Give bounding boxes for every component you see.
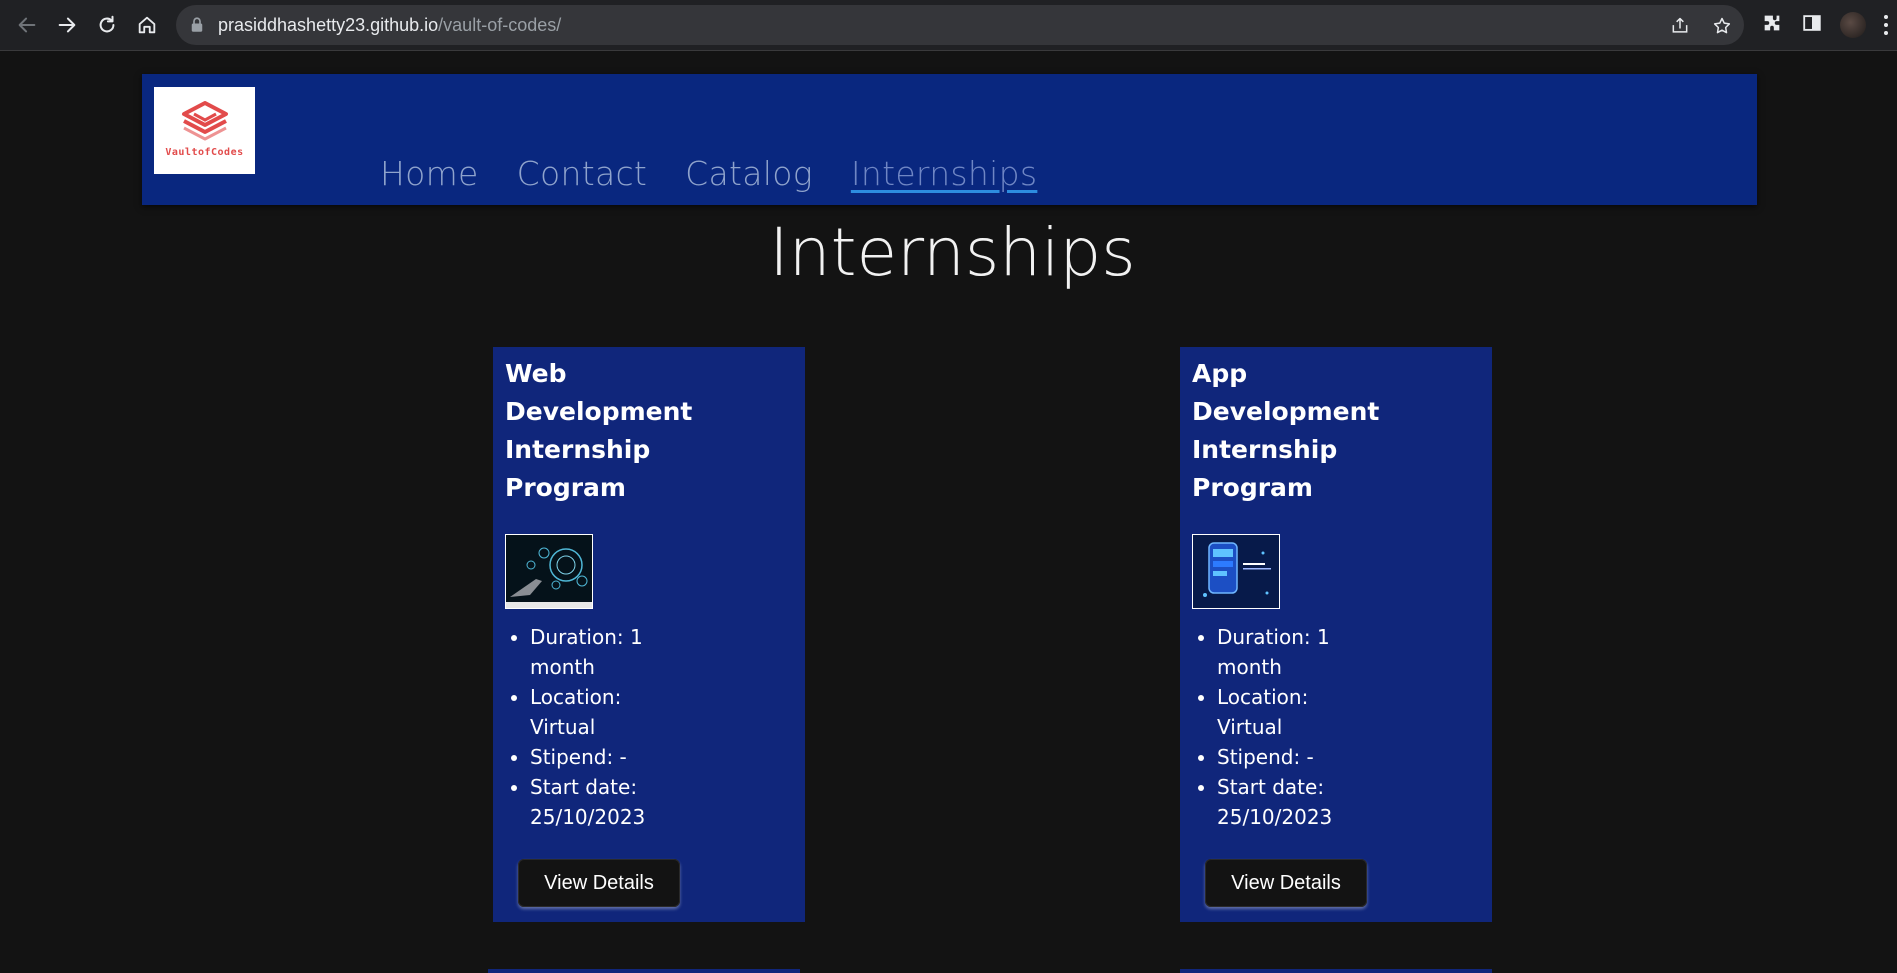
side-panel-icon[interactable] xyxy=(1801,12,1823,34)
browser-toolbar: prasiddhashetty23.github.io/vault-of-cod… xyxy=(0,0,1897,51)
detail-duration: Duration: 1 month xyxy=(530,622,690,682)
back-arrow-icon xyxy=(18,17,36,33)
vault-logo-icon xyxy=(182,101,228,141)
site-logo[interactable]: VaultofCodes xyxy=(154,87,255,174)
detail-location: Location: Virtual xyxy=(1217,682,1377,742)
detail-stipend: Stipend: - xyxy=(1217,742,1377,772)
page-title: Internships xyxy=(769,214,1136,291)
forward-arrow-icon xyxy=(58,17,76,33)
url-host: prasiddhashetty23.github.io xyxy=(218,15,439,35)
view-details-button[interactable]: View Details xyxy=(1205,859,1367,907)
forward-button[interactable] xyxy=(52,10,82,40)
home-icon xyxy=(138,16,156,34)
app-development-thumbnail xyxy=(1192,534,1280,609)
nav-link-catalog[interactable]: Catalog xyxy=(685,154,813,194)
web-development-image-icon xyxy=(506,535,592,608)
extensions-puzzle-icon[interactable] xyxy=(1761,12,1783,34)
nav-link-home[interactable]: Home xyxy=(380,154,479,194)
logo-wordmark: VaultofCodes xyxy=(165,147,244,158)
detail-stipend: Stipend: - xyxy=(530,742,690,772)
home-button[interactable] xyxy=(132,10,162,40)
url-text: prasiddhashetty23.github.io/vault-of-cod… xyxy=(218,15,561,35)
detail-duration: Duration: 1 month xyxy=(1217,622,1377,682)
web-development-thumbnail xyxy=(505,534,593,609)
nav-link-contact[interactable]: Contact xyxy=(517,154,648,194)
card-details-list: Duration: 1 month Location: Virtual Stip… xyxy=(1192,622,1377,832)
address-bar[interactable]: prasiddhashetty23.github.io/vault-of-cod… xyxy=(176,5,1744,45)
internship-card-partial xyxy=(488,969,800,973)
more-menu-icon[interactable] xyxy=(1882,13,1890,37)
back-button[interactable] xyxy=(12,10,42,40)
share-icon[interactable] xyxy=(1670,16,1690,36)
card-title: Web Development Internship Program xyxy=(505,359,693,502)
main-nav: Home Contact Catalog Internships xyxy=(380,154,1075,194)
reload-button[interactable] xyxy=(92,10,122,40)
profile-avatar[interactable] xyxy=(1840,12,1866,38)
nav-link-internships[interactable]: Internships xyxy=(851,154,1038,194)
app-development-image-icon xyxy=(1193,535,1279,608)
reload-icon xyxy=(99,15,115,33)
card-title: App Development Internship Program xyxy=(1192,359,1380,502)
internship-card: Web Development Internship Program Durat… xyxy=(493,347,805,922)
detail-start-date: Start date: 25/10/2023 xyxy=(1217,772,1377,832)
url-path: /vault-of-codes/ xyxy=(438,15,562,35)
lock-icon xyxy=(191,17,203,32)
card-details-list: Duration: 1 month Location: Virtual Stip… xyxy=(505,622,690,832)
internship-card: App Development Internship Program Durat… xyxy=(1180,347,1492,922)
bookmark-star-icon[interactable] xyxy=(1712,16,1732,36)
internship-card-partial xyxy=(1180,969,1492,973)
site-header: VaultofCodes Home Contact Catalog Intern… xyxy=(142,74,1757,205)
detail-location: Location: Virtual xyxy=(530,682,690,742)
view-details-button[interactable]: View Details xyxy=(518,859,680,907)
detail-start-date: Start date: 25/10/2023 xyxy=(530,772,690,832)
